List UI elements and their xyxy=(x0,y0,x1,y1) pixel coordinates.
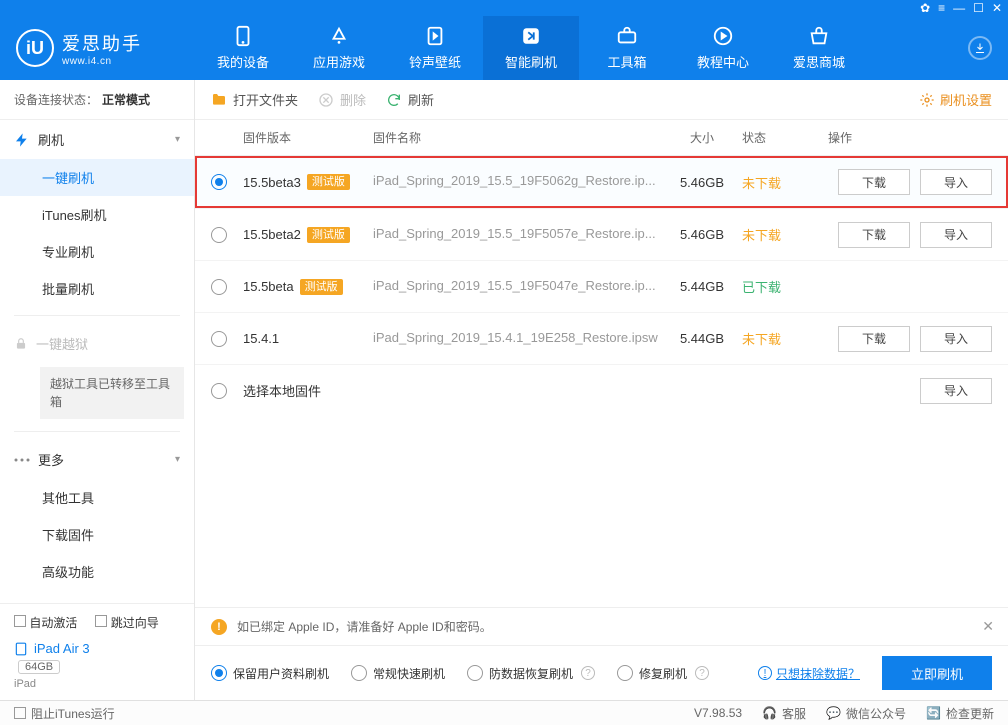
nav-tab-ring[interactable]: 铃声壁纸 xyxy=(387,16,483,80)
content-pane: 打开文件夹 删除 刷新 刷机设置 固件版本 固件名称 大小 状态 操作 1 xyxy=(195,80,1008,700)
import-button[interactable]: 导入 xyxy=(920,169,992,195)
sidebar-item-more-1[interactable]: 下载固件 xyxy=(0,516,194,553)
firmware-row[interactable]: 15.5beta2 测试版iPad_Spring_2019_15.5_19F50… xyxy=(195,208,1008,260)
firmware-row[interactable]: 15.5beta 测试版iPad_Spring_2019_15.5_19F504… xyxy=(195,260,1008,312)
download-button[interactable]: 下载 xyxy=(838,169,910,195)
import-button[interactable]: 导入 xyxy=(920,326,992,352)
menu-group-more[interactable]: 更多 ▾ xyxy=(0,440,194,479)
download-button[interactable]: 下载 xyxy=(838,326,910,352)
wechat-link[interactable]: 💬 微信公众号 xyxy=(826,705,906,722)
connection-status: 设备连接状态：正常模式 xyxy=(0,80,194,120)
notice-bar: ! 如已绑定 Apple ID，请准备好 Apple ID和密码。 ✕ xyxy=(195,607,1008,645)
win-gift-icon[interactable]: ✿ xyxy=(920,2,930,14)
auto-activate-checkbox[interactable]: 自动激活 xyxy=(14,614,77,631)
flash-mode-bar: 保留用户资料刷机 常规快速刷机 防数据恢复刷机? 修复刷机? ! 只想抹除数据？ 立即… xyxy=(195,645,1008,700)
refresh-button[interactable]: 刷新 xyxy=(386,90,434,109)
flash-mode-3[interactable]: 修复刷机? xyxy=(617,665,709,682)
nav-tabs: 我的设备应用游戏铃声壁纸智能刷机工具箱教程中心爱思商城 xyxy=(195,16,952,80)
block-itunes-checkbox[interactable]: 阻止iTunes运行 xyxy=(14,705,115,722)
help-icon[interactable]: ? xyxy=(581,666,595,680)
nav-tab-device[interactable]: 我的设备 xyxy=(195,16,291,80)
select-radio[interactable] xyxy=(211,227,227,243)
firmware-table: 15.5beta3 测试版iPad_Spring_2019_15.5_19F50… xyxy=(195,156,1008,607)
device-info[interactable]: iPad Air 3 64GB iPad xyxy=(0,641,194,700)
flash-mode-0[interactable]: 保留用户资料刷机 xyxy=(211,665,329,682)
version-label: V7.98.53 xyxy=(694,706,742,720)
win-menu-icon[interactable]: ≡ xyxy=(938,2,945,14)
download-manager-icon[interactable] xyxy=(968,36,992,60)
win-min-icon[interactable]: — xyxy=(953,2,965,14)
open-folder-button[interactable]: 打开文件夹 xyxy=(211,90,298,109)
firmware-row[interactable]: 15.5beta3 测试版iPad_Spring_2019_15.5_19F50… xyxy=(195,156,1008,208)
sidebar-item-flash-0[interactable]: 一键刷机 xyxy=(0,159,194,196)
import-button[interactable]: 导入 xyxy=(920,378,992,404)
nav-tab-apps[interactable]: 应用游戏 xyxy=(291,16,387,80)
menu-group-flash[interactable]: 刷机 ▾ xyxy=(0,120,194,159)
sidebar-item-flash-2[interactable]: 专业刷机 xyxy=(0,233,194,270)
warning-icon: ! xyxy=(211,619,227,635)
table-header: 固件版本 固件名称 大小 状态 操作 xyxy=(195,120,1008,156)
support-link[interactable]: 🎧 客服 xyxy=(762,705,806,722)
firmware-row[interactable]: 选择本地固件导入 xyxy=(195,364,1008,416)
sidebar-item-flash-3[interactable]: 批量刷机 xyxy=(0,270,194,307)
win-close-icon[interactable]: ✕ xyxy=(992,2,1002,14)
nav-tab-store[interactable]: 爱思商城 xyxy=(771,16,867,80)
logo[interactable]: iU 爱思助手 www.i4.cn xyxy=(0,29,195,67)
chevron-down-icon: ▾ xyxy=(175,454,180,465)
download-button[interactable]: 下载 xyxy=(838,222,910,248)
sidebar-item-flash-1[interactable]: iTunes刷机 xyxy=(0,196,194,233)
flash-mode-1[interactable]: 常规快速刷机 xyxy=(351,665,445,682)
brand-url: www.i4.cn xyxy=(62,56,142,67)
sidebar-item-more-2[interactable]: 高级功能 xyxy=(0,553,194,590)
statusbar: 阻止iTunes运行 V7.98.53 🎧 客服 💬 微信公众号 🔄 检查更新 xyxy=(0,700,1008,725)
firmware-row[interactable]: 15.4.1iPad_Spring_2019_15.4.1_19E258_Res… xyxy=(195,312,1008,364)
delete-button: 删除 xyxy=(318,90,366,109)
select-radio[interactable] xyxy=(211,279,227,295)
nav-tab-tutorial[interactable]: 教程中心 xyxy=(675,16,771,80)
close-notice-icon[interactable]: ✕ xyxy=(982,618,994,635)
import-button[interactable]: 导入 xyxy=(920,222,992,248)
skip-guide-checkbox[interactable]: 跳过向导 xyxy=(95,614,158,631)
nav-tab-flash[interactable]: 智能刷机 xyxy=(483,16,579,80)
flash-mode-2[interactable]: 防数据恢复刷机? xyxy=(467,665,595,682)
logo-icon: iU xyxy=(16,29,54,67)
flash-now-button[interactable]: 立即刷机 xyxy=(882,656,992,690)
sidebar: 设备连接状态：正常模式 刷机 ▾ 一键刷机iTunes刷机专业刷机批量刷机 一键… xyxy=(0,80,195,700)
jailbreak-note: 越狱工具已转移至工具箱 xyxy=(40,367,184,419)
menu-group-jailbreak: 一键越狱 xyxy=(0,324,194,363)
sidebar-menu: 刷机 ▾ 一键刷机iTunes刷机专业刷机批量刷机 一键越狱 越狱工具已转移至工… xyxy=(0,120,194,603)
toolbar: 打开文件夹 删除 刷新 刷机设置 xyxy=(195,80,1008,120)
sidebar-item-more-0[interactable]: 其他工具 xyxy=(0,479,194,516)
window-titlebar: ✿ ≡ — ☐ ✕ xyxy=(0,0,1008,16)
nav-tab-tools[interactable]: 工具箱 xyxy=(579,16,675,80)
app-header: iU 爱思助手 www.i4.cn 我的设备应用游戏铃声壁纸智能刷机工具箱教程中… xyxy=(0,16,1008,80)
flash-settings-link[interactable]: 刷机设置 xyxy=(919,90,992,109)
select-radio[interactable] xyxy=(211,174,227,190)
brand-name: 爱思助手 xyxy=(62,30,142,56)
help-icon[interactable]: ? xyxy=(695,666,709,680)
erase-data-link[interactable]: ! 只想抹除数据？ xyxy=(758,665,860,682)
select-radio[interactable] xyxy=(211,331,227,347)
check-update-link[interactable]: 🔄 检查更新 xyxy=(926,705,994,722)
select-radio[interactable] xyxy=(211,383,227,399)
chevron-down-icon: ▾ xyxy=(175,134,180,145)
win-max-icon[interactable]: ☐ xyxy=(973,2,984,14)
